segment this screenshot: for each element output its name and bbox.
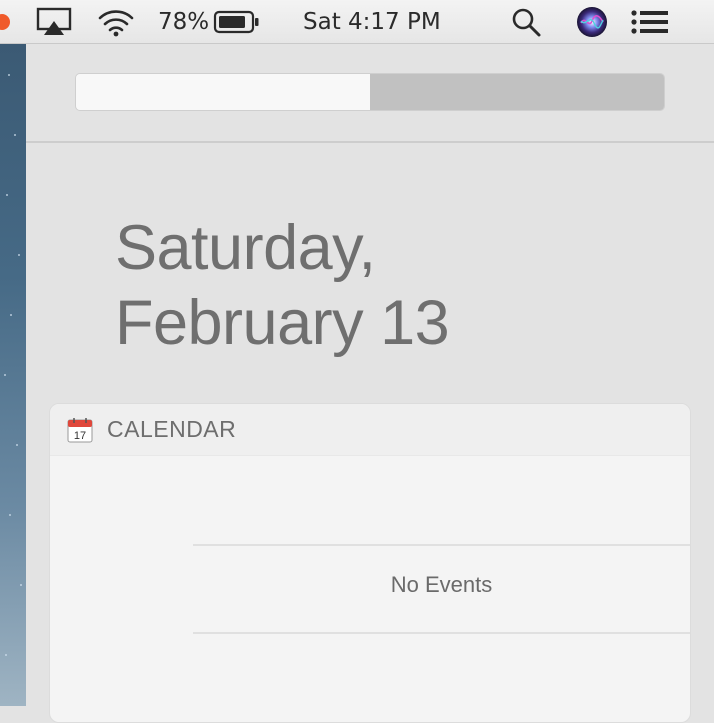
no-events-label: No Events <box>390 572 493 597</box>
calendar-icon: 17 <box>67 417 93 442</box>
notification-center-icon[interactable] <box>630 0 670 44</box>
today-notifications-segmented-control <box>75 73 665 111</box>
calendar-separator-bottom <box>193 632 690 634</box>
siri-icon[interactable] <box>575 0 609 44</box>
segment-notifications[interactable] <box>370 74 664 110</box>
wifi-icon[interactable] <box>96 0 136 44</box>
notification-center-panel: Saturday, February 13 17 CALENDAR No Eve… <box>26 44 714 723</box>
date-month-day: February 13 <box>115 288 450 358</box>
spotlight-search-icon[interactable] <box>510 0 542 44</box>
date-weekday: Saturday, <box>115 213 376 283</box>
battery-status[interactable]: 78% <box>158 0 209 44</box>
calendar-widget-title: CALENDAR <box>107 416 237 442</box>
header-divider <box>26 141 714 143</box>
menubar-clock[interactable]: Sat 4:17 PM <box>303 0 441 44</box>
app-indicator-dot <box>0 14 10 30</box>
segment-today[interactable] <box>76 74 370 110</box>
calendar-separator-top <box>193 544 690 546</box>
battery-icon[interactable] <box>213 0 261 44</box>
airplay-icon[interactable] <box>36 0 72 44</box>
svg-text:17: 17 <box>74 430 86 442</box>
calendar-widget: 17 CALENDAR No Events <box>49 403 691 723</box>
calendar-widget-header: 17 CALENDAR <box>50 404 690 456</box>
battery-percent: 78% <box>158 9 210 35</box>
menu-bar: 78% Sat 4:17 PM <box>0 0 714 44</box>
desktop-background <box>0 44 26 706</box>
